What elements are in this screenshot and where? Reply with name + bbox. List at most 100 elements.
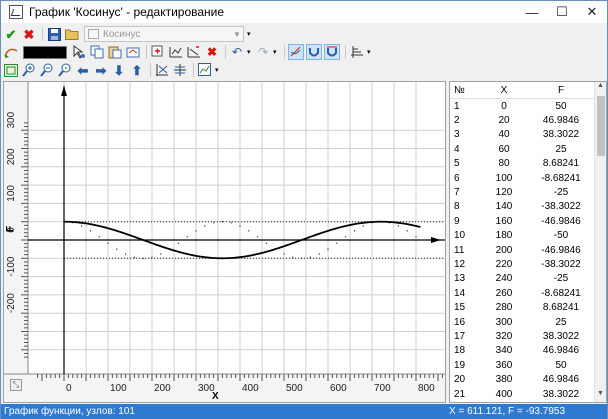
series-point[interactable] xyxy=(142,257,144,259)
points-table[interactable]: № X F 1 0 50 2 20 46.9846 3 40 38.3022 4 60 25 5 80 8.… xyxy=(449,81,607,403)
add-point-icon[interactable] xyxy=(150,44,166,60)
series-point[interactable] xyxy=(116,248,118,250)
series-point[interactable] xyxy=(169,248,171,250)
column-header-x[interactable]: X xyxy=(480,85,528,96)
series-point[interactable] xyxy=(353,230,355,232)
series-point[interactable] xyxy=(204,225,206,227)
close-button[interactable]: ✕ xyxy=(577,1,607,23)
table-row[interactable]: 10 180 -50 xyxy=(450,229,606,243)
table-row[interactable]: 19 360 50 xyxy=(450,358,606,372)
zoom-in-icon[interactable] xyxy=(21,62,37,78)
series-point[interactable] xyxy=(274,248,276,250)
open-folder-icon[interactable] xyxy=(64,26,80,42)
table-row[interactable]: 18 340 46.9846 xyxy=(450,344,606,358)
title-bar[interactable]: График 'Косинус' - редактирование — ☐ ✕ xyxy=(1,1,607,23)
table-row[interactable]: 4 60 25 xyxy=(450,142,606,156)
axes-settings-icon[interactable] xyxy=(349,44,365,60)
scroll-down-icon[interactable]: ▼ xyxy=(595,390,606,402)
minimize-button[interactable]: — xyxy=(517,1,547,23)
series-point[interactable] xyxy=(345,236,347,238)
insert-point-icon[interactable] xyxy=(168,44,184,60)
arrow-right-icon[interactable]: ➡ xyxy=(93,62,109,78)
redo-icon[interactable]: ↷ xyxy=(255,44,271,60)
line-color-swatch[interactable] xyxy=(23,45,67,59)
cross-icon[interactable]: ✖ xyxy=(21,26,37,42)
series-point[interactable] xyxy=(239,225,241,227)
line-style-icon[interactable] xyxy=(3,44,19,60)
series-point[interactable] xyxy=(292,256,294,258)
chevron-down-icon[interactable]: ▾ xyxy=(247,30,255,38)
series-point[interactable] xyxy=(151,256,153,258)
fit-view-icon[interactable]: ⤡ xyxy=(10,379,22,391)
series-point[interactable] xyxy=(125,253,127,255)
arrow-down-icon[interactable]: ⬇ xyxy=(111,62,127,78)
series-point[interactable] xyxy=(327,248,329,250)
grid-x-icon[interactable] xyxy=(154,62,170,78)
import-icon[interactable] xyxy=(125,44,141,60)
series-point[interactable] xyxy=(265,242,267,244)
zoom-previous-icon[interactable] xyxy=(57,62,73,78)
chart-properties-icon[interactable] xyxy=(197,62,213,78)
series-point[interactable] xyxy=(371,222,373,224)
zoom-out-icon[interactable] xyxy=(39,62,55,78)
series-point[interactable] xyxy=(72,222,74,224)
show-all-icon[interactable] xyxy=(3,62,19,78)
arrow-up-icon[interactable]: ⬆ xyxy=(129,62,145,78)
series-point[interactable] xyxy=(89,230,91,232)
series-point[interactable] xyxy=(107,242,109,244)
table-row[interactable]: 12 220 -38.3022 xyxy=(450,257,606,271)
series-point[interactable] xyxy=(213,222,215,224)
table-row[interactable]: 11 200 -46.9846 xyxy=(450,243,606,257)
check-icon[interactable]: ✔ xyxy=(3,26,19,42)
column-header-index[interactable]: № xyxy=(450,85,480,96)
grid-y-icon[interactable] xyxy=(172,62,188,78)
table-row[interactable]: 20 380 46.9846 xyxy=(450,372,606,386)
series-point[interactable] xyxy=(133,256,135,258)
series-point[interactable] xyxy=(415,236,417,238)
scroll-thumb[interactable] xyxy=(597,96,605,156)
series-point[interactable] xyxy=(309,256,311,258)
table-row[interactable]: 16 300 25 xyxy=(450,315,606,329)
series-point[interactable] xyxy=(362,225,364,227)
series-point[interactable] xyxy=(283,253,285,255)
table-row[interactable]: 15 280 8.68241 xyxy=(450,300,606,314)
series-point[interactable] xyxy=(98,236,100,238)
plot-panel[interactable]: 0 100 200 300 400 500 600 700 800 300 200 100 0 -100-… xyxy=(3,81,446,403)
copy-icon[interactable] xyxy=(89,44,105,60)
save-icon[interactable] xyxy=(46,26,62,42)
series-point[interactable] xyxy=(186,236,188,238)
table-scrollbar[interactable]: ▲ ▼ xyxy=(594,82,606,402)
chevron-down-icon[interactable]: ▾ xyxy=(247,48,255,56)
series-point[interactable] xyxy=(177,242,179,244)
chevron-down-icon[interactable]: ▼ xyxy=(231,30,243,39)
column-header-f[interactable]: F xyxy=(528,85,594,96)
sort-points-icon[interactable] xyxy=(186,44,202,60)
snap-icon[interactable] xyxy=(324,44,340,60)
series-point[interactable] xyxy=(257,236,259,238)
delete-point-icon[interactable]: ✖ xyxy=(204,44,220,60)
table-row[interactable]: 13 240 -25 xyxy=(450,272,606,286)
table-row[interactable]: 2242025 xyxy=(450,401,606,402)
series-point[interactable] xyxy=(248,230,250,232)
table-row[interactable]: 9 160 -46.9846 xyxy=(450,214,606,228)
fit-curve-icon[interactable] xyxy=(288,44,304,60)
chevron-down-icon[interactable]: ▾ xyxy=(215,66,223,74)
scroll-up-icon[interactable]: ▲ xyxy=(595,82,606,94)
series-point[interactable] xyxy=(221,221,223,223)
table-row[interactable]: 17 320 38.3022 xyxy=(450,329,606,343)
table-row[interactable]: 3 40 38.3022 xyxy=(450,128,606,142)
series-point[interactable] xyxy=(389,222,391,224)
series-point[interactable] xyxy=(230,222,232,224)
table-row[interactable]: 6 100 -8.68241 xyxy=(450,171,606,185)
table-row[interactable]: 5 80 8.68241 xyxy=(450,157,606,171)
series-point[interactable] xyxy=(160,253,162,255)
table-row[interactable]: 8 140 -38.3022 xyxy=(450,200,606,214)
series-point[interactable] xyxy=(380,221,382,223)
table-row[interactable]: 21 400 38.3022 xyxy=(450,387,606,401)
paste-icon[interactable] xyxy=(107,44,123,60)
select-arrow-icon[interactable] xyxy=(71,44,87,60)
table-row[interactable]: 7 120 -25 xyxy=(450,185,606,199)
series-point[interactable] xyxy=(63,221,65,223)
magnet-icon[interactable] xyxy=(306,44,322,60)
series-point[interactable] xyxy=(336,242,338,244)
